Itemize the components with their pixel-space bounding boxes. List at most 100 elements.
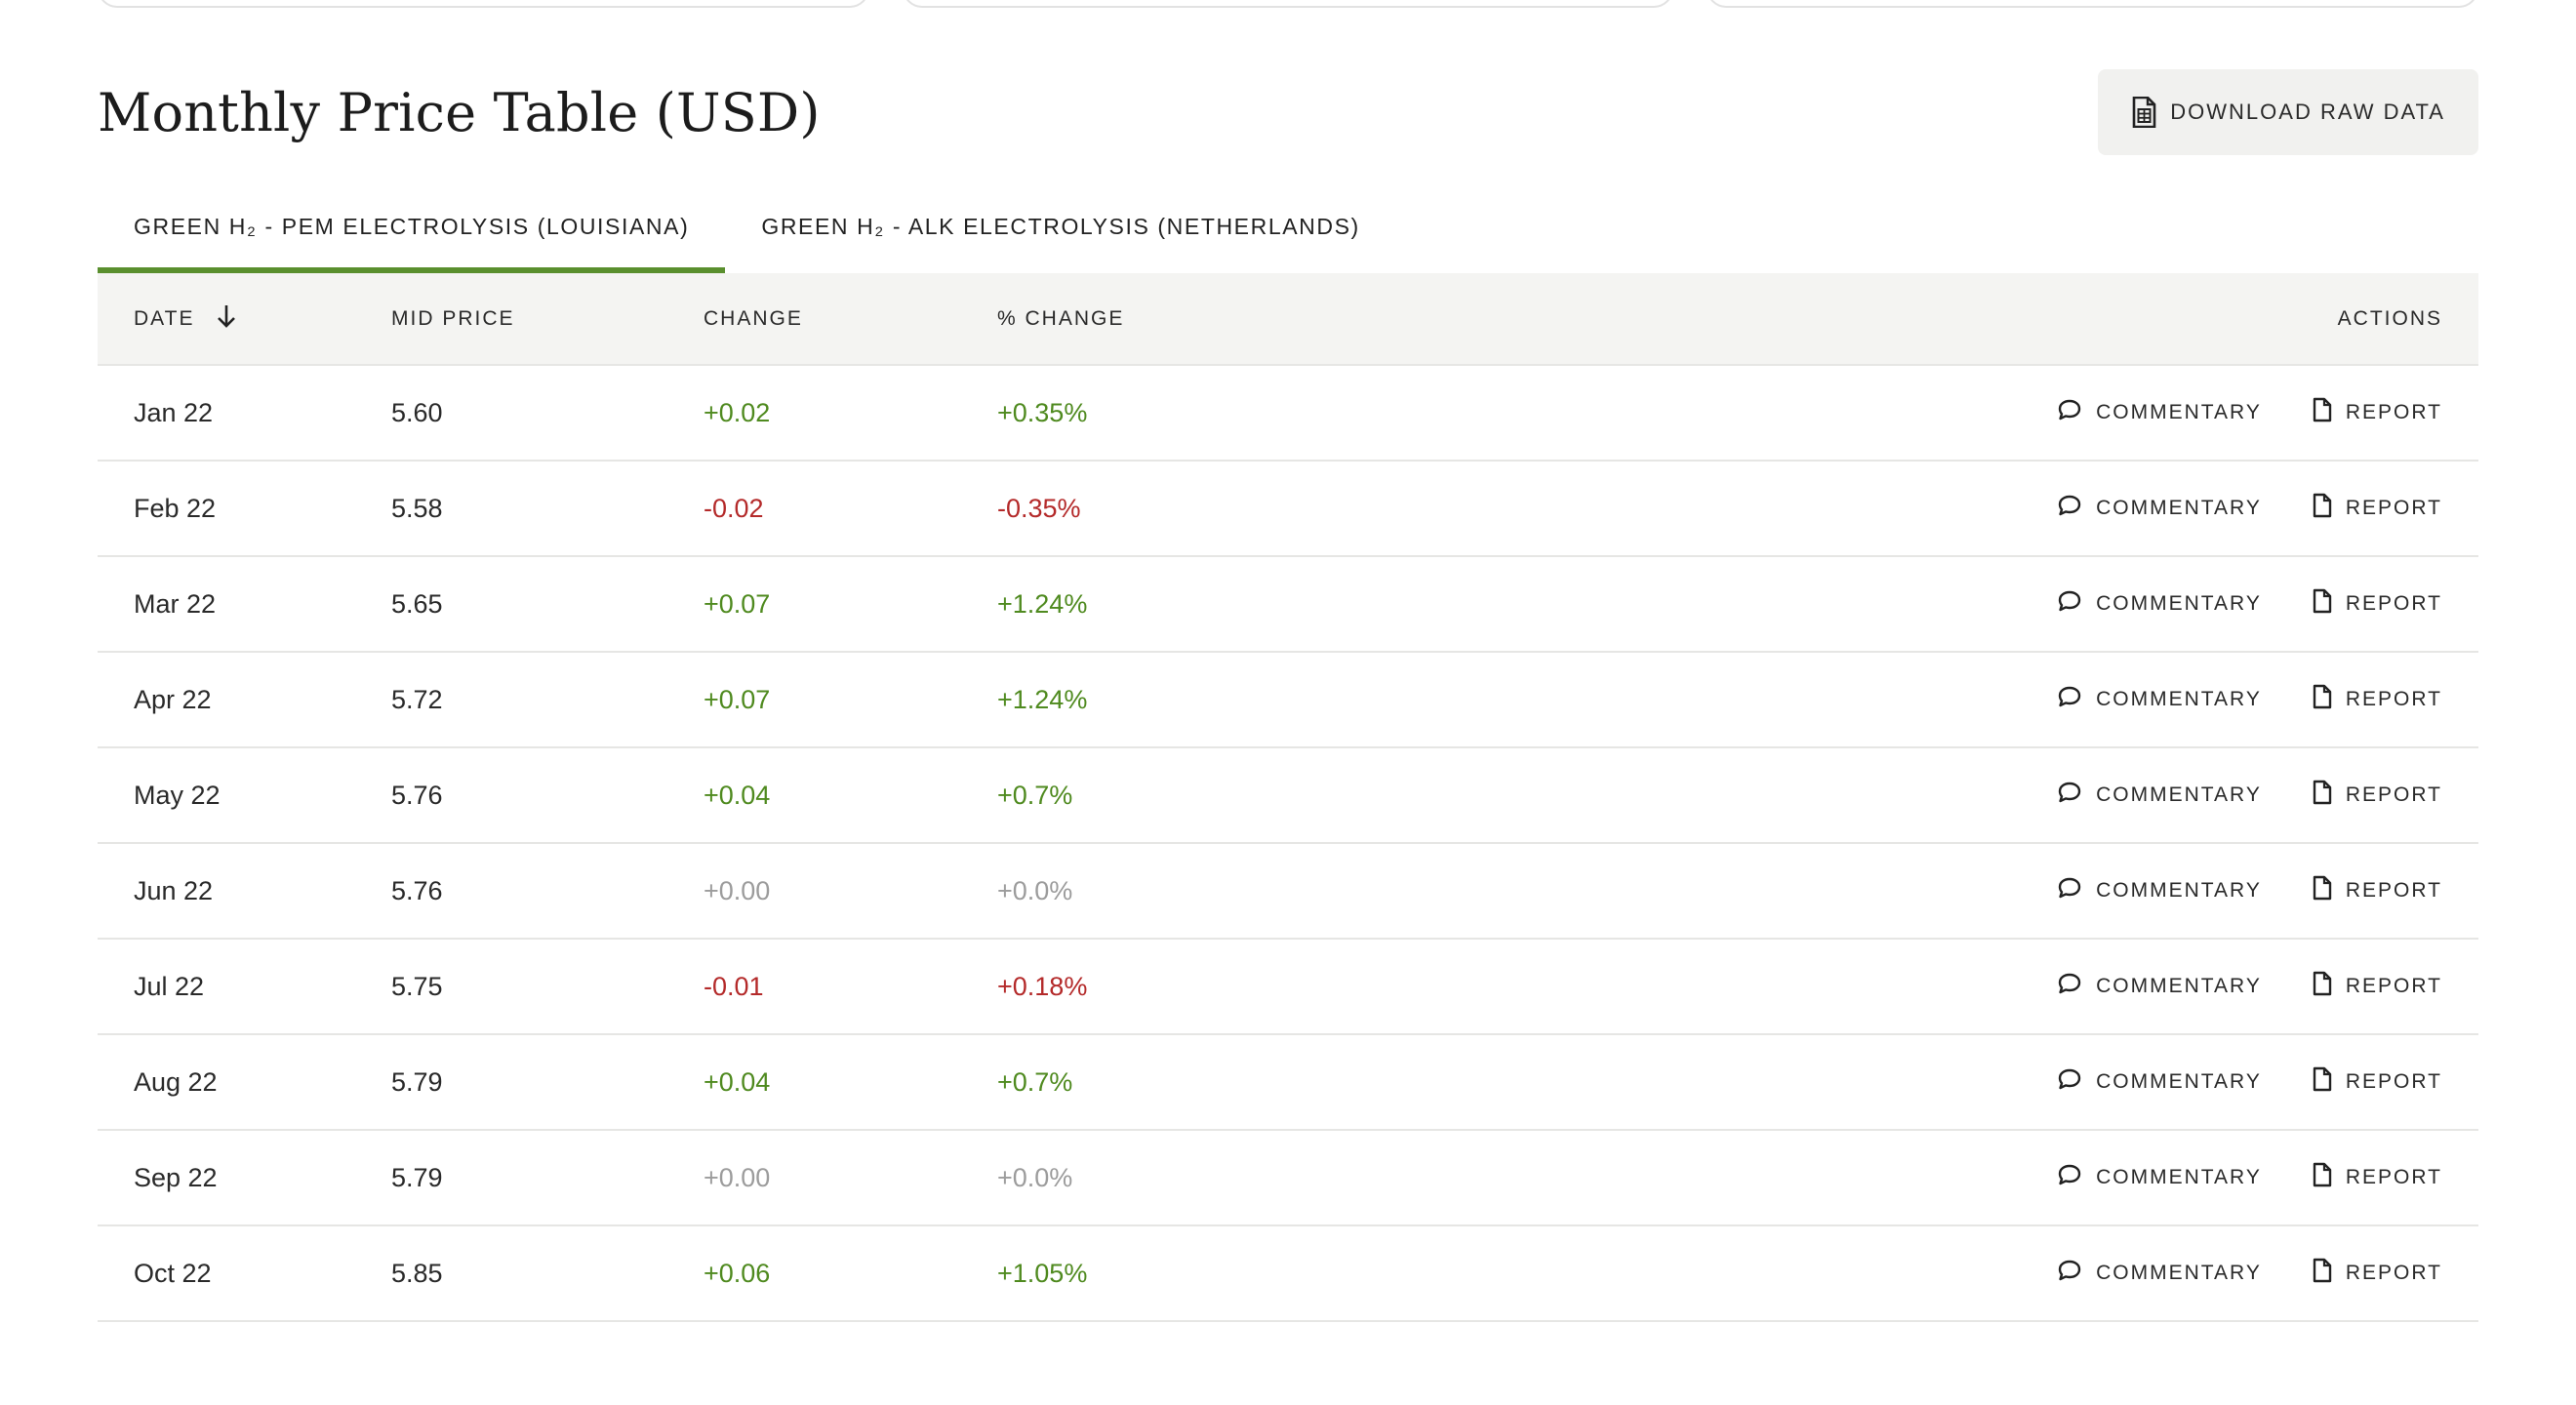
cell-date: Feb 22 bbox=[134, 493, 217, 523]
cell-mid-price: 5.85 bbox=[391, 1258, 443, 1288]
report-label: REPORT bbox=[2345, 975, 2442, 997]
tab-pem-louisiana[interactable]: GREEN H₂ - PEM ELECTROLYSIS (LOUISIANA) bbox=[98, 185, 726, 273]
tab-alk-netherlands[interactable]: GREEN H₂ - ALK ELECTROLYSIS (NETHERLANDS… bbox=[725, 185, 1395, 273]
document-icon bbox=[2313, 971, 2332, 1002]
commentary-button[interactable]: COMMENTARY bbox=[2057, 875, 2262, 906]
table-body: Jan 22 5.60 +0.02 +0.35% COMMENTARY REPO… bbox=[98, 366, 2478, 1322]
document-icon bbox=[2313, 684, 2332, 715]
cell-mid-price: 5.60 bbox=[391, 397, 443, 427]
speech-bubble-icon bbox=[2057, 398, 2082, 427]
cell-actions: COMMENTARY REPORT bbox=[2058, 493, 2478, 524]
cell-actions: COMMENTARY REPORT bbox=[2058, 588, 2478, 620]
cell-date: Jan 22 bbox=[134, 397, 214, 427]
cell-pct-change: +0.18% bbox=[997, 971, 1088, 1001]
cell-actions: COMMENTARY REPORT bbox=[2058, 684, 2478, 715]
commentary-button[interactable]: COMMENTARY bbox=[2057, 588, 2262, 620]
cell-actions: COMMENTARY REPORT bbox=[2058, 397, 2478, 428]
report-button[interactable]: REPORT bbox=[2313, 971, 2442, 1002]
table-row: May 22 5.76 +0.04 +0.7% COMMENTARY REPOR… bbox=[98, 748, 2478, 844]
top-cards-row bbox=[98, 0, 2479, 8]
commentary-label: COMMENTARY bbox=[2096, 497, 2262, 519]
cell-mid-price: 5.58 bbox=[391, 493, 443, 523]
cell-date: Apr 22 bbox=[134, 684, 212, 714]
commentary-button[interactable]: COMMENTARY bbox=[2057, 493, 2262, 524]
download-raw-data-label: DOWNLOAD RAW DATA bbox=[2170, 100, 2445, 124]
commentary-button[interactable]: COMMENTARY bbox=[2057, 780, 2262, 811]
table-row: Feb 22 5.58 -0.02 -0.35% COMMENTARY REPO… bbox=[98, 462, 2478, 557]
commentary-button[interactable]: COMMENTARY bbox=[2057, 1066, 2262, 1098]
product-tabs: GREEN H₂ - PEM ELECTROLYSIS (LOUISIANA) … bbox=[98, 185, 2478, 273]
report-label: REPORT bbox=[2345, 1262, 2442, 1284]
cell-change: +0.04 bbox=[704, 1066, 771, 1097]
table-row: Jul 22 5.75 -0.01 +0.18% COMMENTARY REPO… bbox=[98, 940, 2478, 1035]
cell-actions: COMMENTARY REPORT bbox=[2058, 875, 2478, 906]
cell-date: Jun 22 bbox=[134, 875, 214, 905]
cell-pct-change: +0.0% bbox=[997, 1162, 1073, 1192]
arrow-down-icon[interactable] bbox=[216, 303, 237, 335]
page-title: Monthly Price Table (USD) bbox=[98, 81, 821, 143]
cell-pct-change: +1.24% bbox=[997, 588, 1088, 619]
commentary-label: COMMENTARY bbox=[2096, 1166, 2262, 1188]
document-icon bbox=[2313, 1162, 2332, 1193]
speech-bubble-icon bbox=[2057, 781, 2082, 810]
cell-mid-price: 5.79 bbox=[391, 1162, 443, 1192]
cell-pct-change: +0.35% bbox=[997, 397, 1088, 427]
report-button[interactable]: REPORT bbox=[2313, 875, 2442, 906]
table-row: Jun 22 5.76 +0.00 +0.0% COMMENTARY REPOR… bbox=[98, 844, 2478, 940]
cell-pct-change: +0.7% bbox=[997, 1066, 1073, 1097]
price-table: DATE MID PRICE CHANGE % CHANGE ACTIONS J… bbox=[98, 273, 2478, 1322]
report-label: REPORT bbox=[2345, 497, 2442, 519]
speech-bubble-icon bbox=[2057, 1067, 2082, 1097]
cell-mid-price: 5.65 bbox=[391, 588, 443, 619]
cell-change: +0.00 bbox=[704, 1162, 771, 1192]
cell-mid-price: 5.72 bbox=[391, 684, 443, 714]
cell-pct-change: -0.35% bbox=[997, 493, 1081, 523]
column-header-change: CHANGE bbox=[704, 306, 803, 330]
cell-change: +0.02 bbox=[704, 397, 771, 427]
document-icon bbox=[2313, 588, 2332, 620]
document-icon bbox=[2313, 875, 2332, 906]
commentary-button[interactable]: COMMENTARY bbox=[2057, 397, 2262, 428]
commentary-label: COMMENTARY bbox=[2096, 783, 2262, 806]
cell-actions: COMMENTARY REPORT bbox=[2058, 780, 2478, 811]
download-raw-data-button[interactable]: DOWNLOAD RAW DATA bbox=[2098, 69, 2478, 155]
table-header-row: Monthly Price Table (USD) DOWNLOAD RAW D… bbox=[98, 68, 2478, 156]
cell-date: Jul 22 bbox=[134, 971, 205, 1001]
report-button[interactable]: REPORT bbox=[2313, 1162, 2442, 1193]
speech-bubble-icon bbox=[2057, 685, 2082, 714]
report-button[interactable]: REPORT bbox=[2313, 1258, 2442, 1289]
cell-date: Oct 22 bbox=[134, 1258, 212, 1288]
document-icon bbox=[2313, 1258, 2332, 1289]
summary-card bbox=[1707, 0, 2479, 8]
report-button[interactable]: REPORT bbox=[2313, 397, 2442, 428]
cell-actions: COMMENTARY REPORT bbox=[2058, 1162, 2478, 1193]
commentary-button[interactable]: COMMENTARY bbox=[2057, 1258, 2262, 1289]
report-label: REPORT bbox=[2345, 688, 2442, 710]
summary-card bbox=[98, 0, 869, 8]
column-header-date[interactable]: DATE bbox=[98, 303, 391, 335]
report-button[interactable]: REPORT bbox=[2313, 780, 2442, 811]
table-row: Mar 22 5.65 +0.07 +1.24% COMMENTARY REPO… bbox=[98, 557, 2478, 653]
commentary-label: COMMENTARY bbox=[2096, 879, 2262, 902]
commentary-button[interactable]: COMMENTARY bbox=[2057, 684, 2262, 715]
report-button[interactable]: REPORT bbox=[2313, 1066, 2442, 1098]
commentary-button[interactable]: COMMENTARY bbox=[2057, 971, 2262, 1002]
report-label: REPORT bbox=[2345, 879, 2442, 902]
commentary-label: COMMENTARY bbox=[2096, 1070, 2262, 1093]
cell-date: Mar 22 bbox=[134, 588, 217, 619]
cell-change: +0.07 bbox=[704, 588, 771, 619]
speech-bubble-icon bbox=[2057, 1259, 2082, 1288]
speech-bubble-icon bbox=[2057, 494, 2082, 523]
cell-mid-price: 5.79 bbox=[391, 1066, 443, 1097]
report-button[interactable]: REPORT bbox=[2313, 588, 2442, 620]
table-head: DATE MID PRICE CHANGE % CHANGE ACTIONS bbox=[98, 273, 2478, 366]
cell-date: Sep 22 bbox=[134, 1162, 218, 1192]
cell-pct-change: +1.05% bbox=[997, 1258, 1088, 1288]
cell-pct-change: +0.7% bbox=[997, 780, 1073, 810]
document-icon bbox=[2313, 493, 2332, 524]
report-button[interactable]: REPORT bbox=[2313, 684, 2442, 715]
commentary-label: COMMENTARY bbox=[2096, 592, 2262, 615]
commentary-button[interactable]: COMMENTARY bbox=[2057, 1162, 2262, 1193]
cell-actions: COMMENTARY REPORT bbox=[2058, 1066, 2478, 1098]
report-button[interactable]: REPORT bbox=[2313, 493, 2442, 524]
